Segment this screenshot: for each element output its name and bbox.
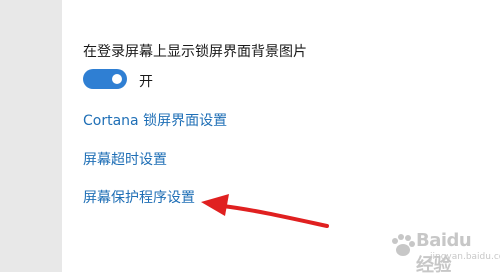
screen-timeout-settings-link[interactable]: 屏幕超时设置 [83,149,167,169]
show-lock-background-label: 在登录屏幕上显示锁屏界面背景图片 [83,44,307,60]
show-lock-background-toggle[interactable] [83,69,127,89]
red-arrow-annotation [201,194,329,228]
navigation-pane [0,0,62,272]
watermark-url: jingyan.baidu.com [430,252,500,262]
toggle-state-label: 开 [139,74,153,90]
paw-icon [392,234,415,256]
baidu-jingyan-watermark: Baidu 经验 jingyan.baidu.com [386,228,500,276]
toggle-knob [112,74,122,84]
screen-saver-settings-link[interactable]: 屏幕保护程序设置 [83,187,195,207]
cortana-lock-screen-settings-link[interactable]: Cortana 锁屏界面设置 [83,110,227,130]
